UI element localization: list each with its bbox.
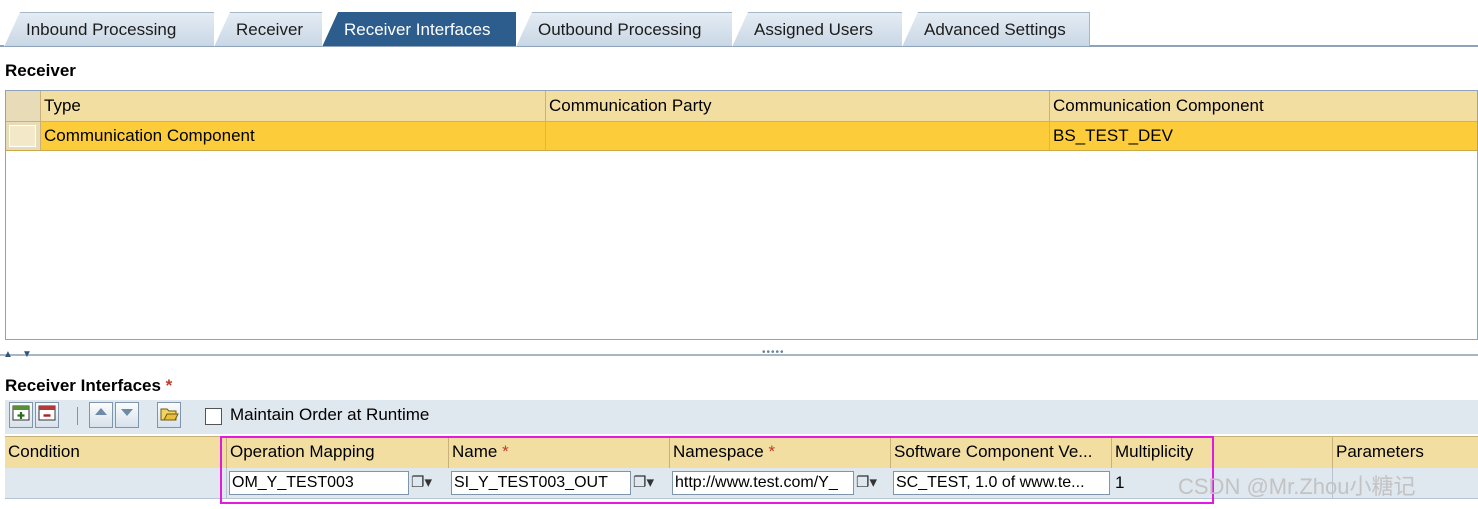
row-selector[interactable] [6,122,41,150]
toolbar-separator [77,407,78,425]
required-marker: * [165,376,173,395]
cell-communication-party[interactable] [546,122,1050,150]
namespace-input[interactable]: http://www.test.com/Y_ [672,471,854,495]
cell-type[interactable]: Communication Component [41,122,546,150]
pane-splitter[interactable]: ▲ ▼ ••••• [0,347,1478,360]
col-header-name[interactable]: Name * [449,437,670,468]
tab-label: Assigned Users [754,20,874,39]
splitter-grip-icon[interactable]: ••••• [762,347,785,358]
tab-label: Outbound Processing [538,20,702,39]
row-selector-knob [9,125,36,147]
open-folder-button[interactable] [157,402,181,428]
tab-label: Advanced Settings [924,20,1066,39]
move-down-button[interactable] [115,402,139,428]
tab-strip: Inbound Processing Receiver Receiver Int… [0,0,1478,47]
insert-row-button[interactable] [9,402,33,428]
col-header-name-text: Name [452,442,498,461]
col-header-namespace-text: Namespace [673,442,764,461]
tab-receiver-interfaces[interactable]: Receiver Interfaces [322,12,518,47]
value-help-icon[interactable]: ❐▾ [856,471,878,495]
table-row[interactable]: Communication Component BS_TEST_DEV [6,122,1477,151]
tab-label: Inbound Processing [26,20,177,39]
delete-row-icon [38,405,56,421]
select-all-corner[interactable] [6,91,41,121]
insert-row-icon [12,405,30,421]
col-header-communication-party[interactable]: Communication Party [546,91,1050,121]
maintain-order-label: Maintain Order at Runtime [230,405,430,424]
tab-edge [4,12,20,47]
tab-outbound-processing[interactable]: Outbound Processing [516,12,734,47]
tab-edge [214,12,230,47]
col-header-namespace[interactable]: Namespace * [670,437,891,468]
value-help-icon[interactable]: ❐▾ [411,471,433,495]
cell-condition[interactable] [5,468,227,498]
operation-mapping-input[interactable]: OM_Y_TEST003 [229,471,409,495]
software-component-version-input[interactable]: SC_TEST, 1.0 of www.te... [893,471,1110,495]
col-header-type[interactable]: Type [41,91,546,121]
splitter-line [0,354,1478,356]
receiver-interfaces-title-text: Receiver Interfaces [5,376,161,395]
receiver-interfaces-title: Receiver Interfaces * [5,376,172,396]
col-header-operation-mapping[interactable]: Operation Mapping [227,437,449,468]
tab-inbound-processing[interactable]: Inbound Processing [4,12,216,47]
arrow-down-icon [121,409,133,416]
col-header-condition[interactable]: Condition [5,437,227,468]
receiver-table-header: Type Communication Party Communication C… [6,91,1477,122]
maintain-order-checkbox[interactable] [205,408,222,425]
tab-edge [732,12,748,47]
tab-label: Receiver Interfaces [344,20,491,39]
name-input[interactable]: SI_Y_TEST003_OUT [451,471,631,495]
interfaces-table-header: Condition Operation Mapping Name * Names… [5,436,1478,469]
tab-advanced-settings[interactable]: Advanced Settings [902,12,1090,47]
move-up-button[interactable] [89,402,113,428]
cell-communication-component[interactable]: BS_TEST_DEV [1050,122,1477,150]
tab-label: Receiver [236,20,304,39]
open-folder-icon [160,408,179,421]
interfaces-toolbar: Maintain Order at Runtime [5,400,1478,434]
col-header-parameters[interactable]: Parameters [1333,437,1478,468]
receiver-section-title: Receiver [5,61,76,80]
required-marker: * [502,442,509,461]
tab-receiver[interactable]: Receiver [214,12,324,47]
delete-row-button[interactable] [35,402,59,428]
tab-edge [322,12,338,47]
receiver-table: Type Communication Party Communication C… [5,90,1478,340]
value-help-icon[interactable]: ❐▾ [633,471,655,495]
tab-edge [902,12,918,47]
col-header-multiplicity[interactable]: Multiplicity [1112,437,1333,468]
expand-down-icon[interactable]: ▼ [22,349,32,360]
col-header-communication-component[interactable]: Communication Component [1050,91,1477,121]
tab-edge [516,12,532,47]
tab-assigned-users[interactable]: Assigned Users [732,12,904,47]
watermark-text: CSDN @Mr.Zhou小糖记 [1178,474,1416,499]
collapse-up-icon[interactable]: ▲ [3,349,13,360]
required-marker: * [768,442,776,461]
col-header-software-component-version[interactable]: Software Component Ve... [891,437,1112,468]
arrow-up-icon [95,408,107,415]
